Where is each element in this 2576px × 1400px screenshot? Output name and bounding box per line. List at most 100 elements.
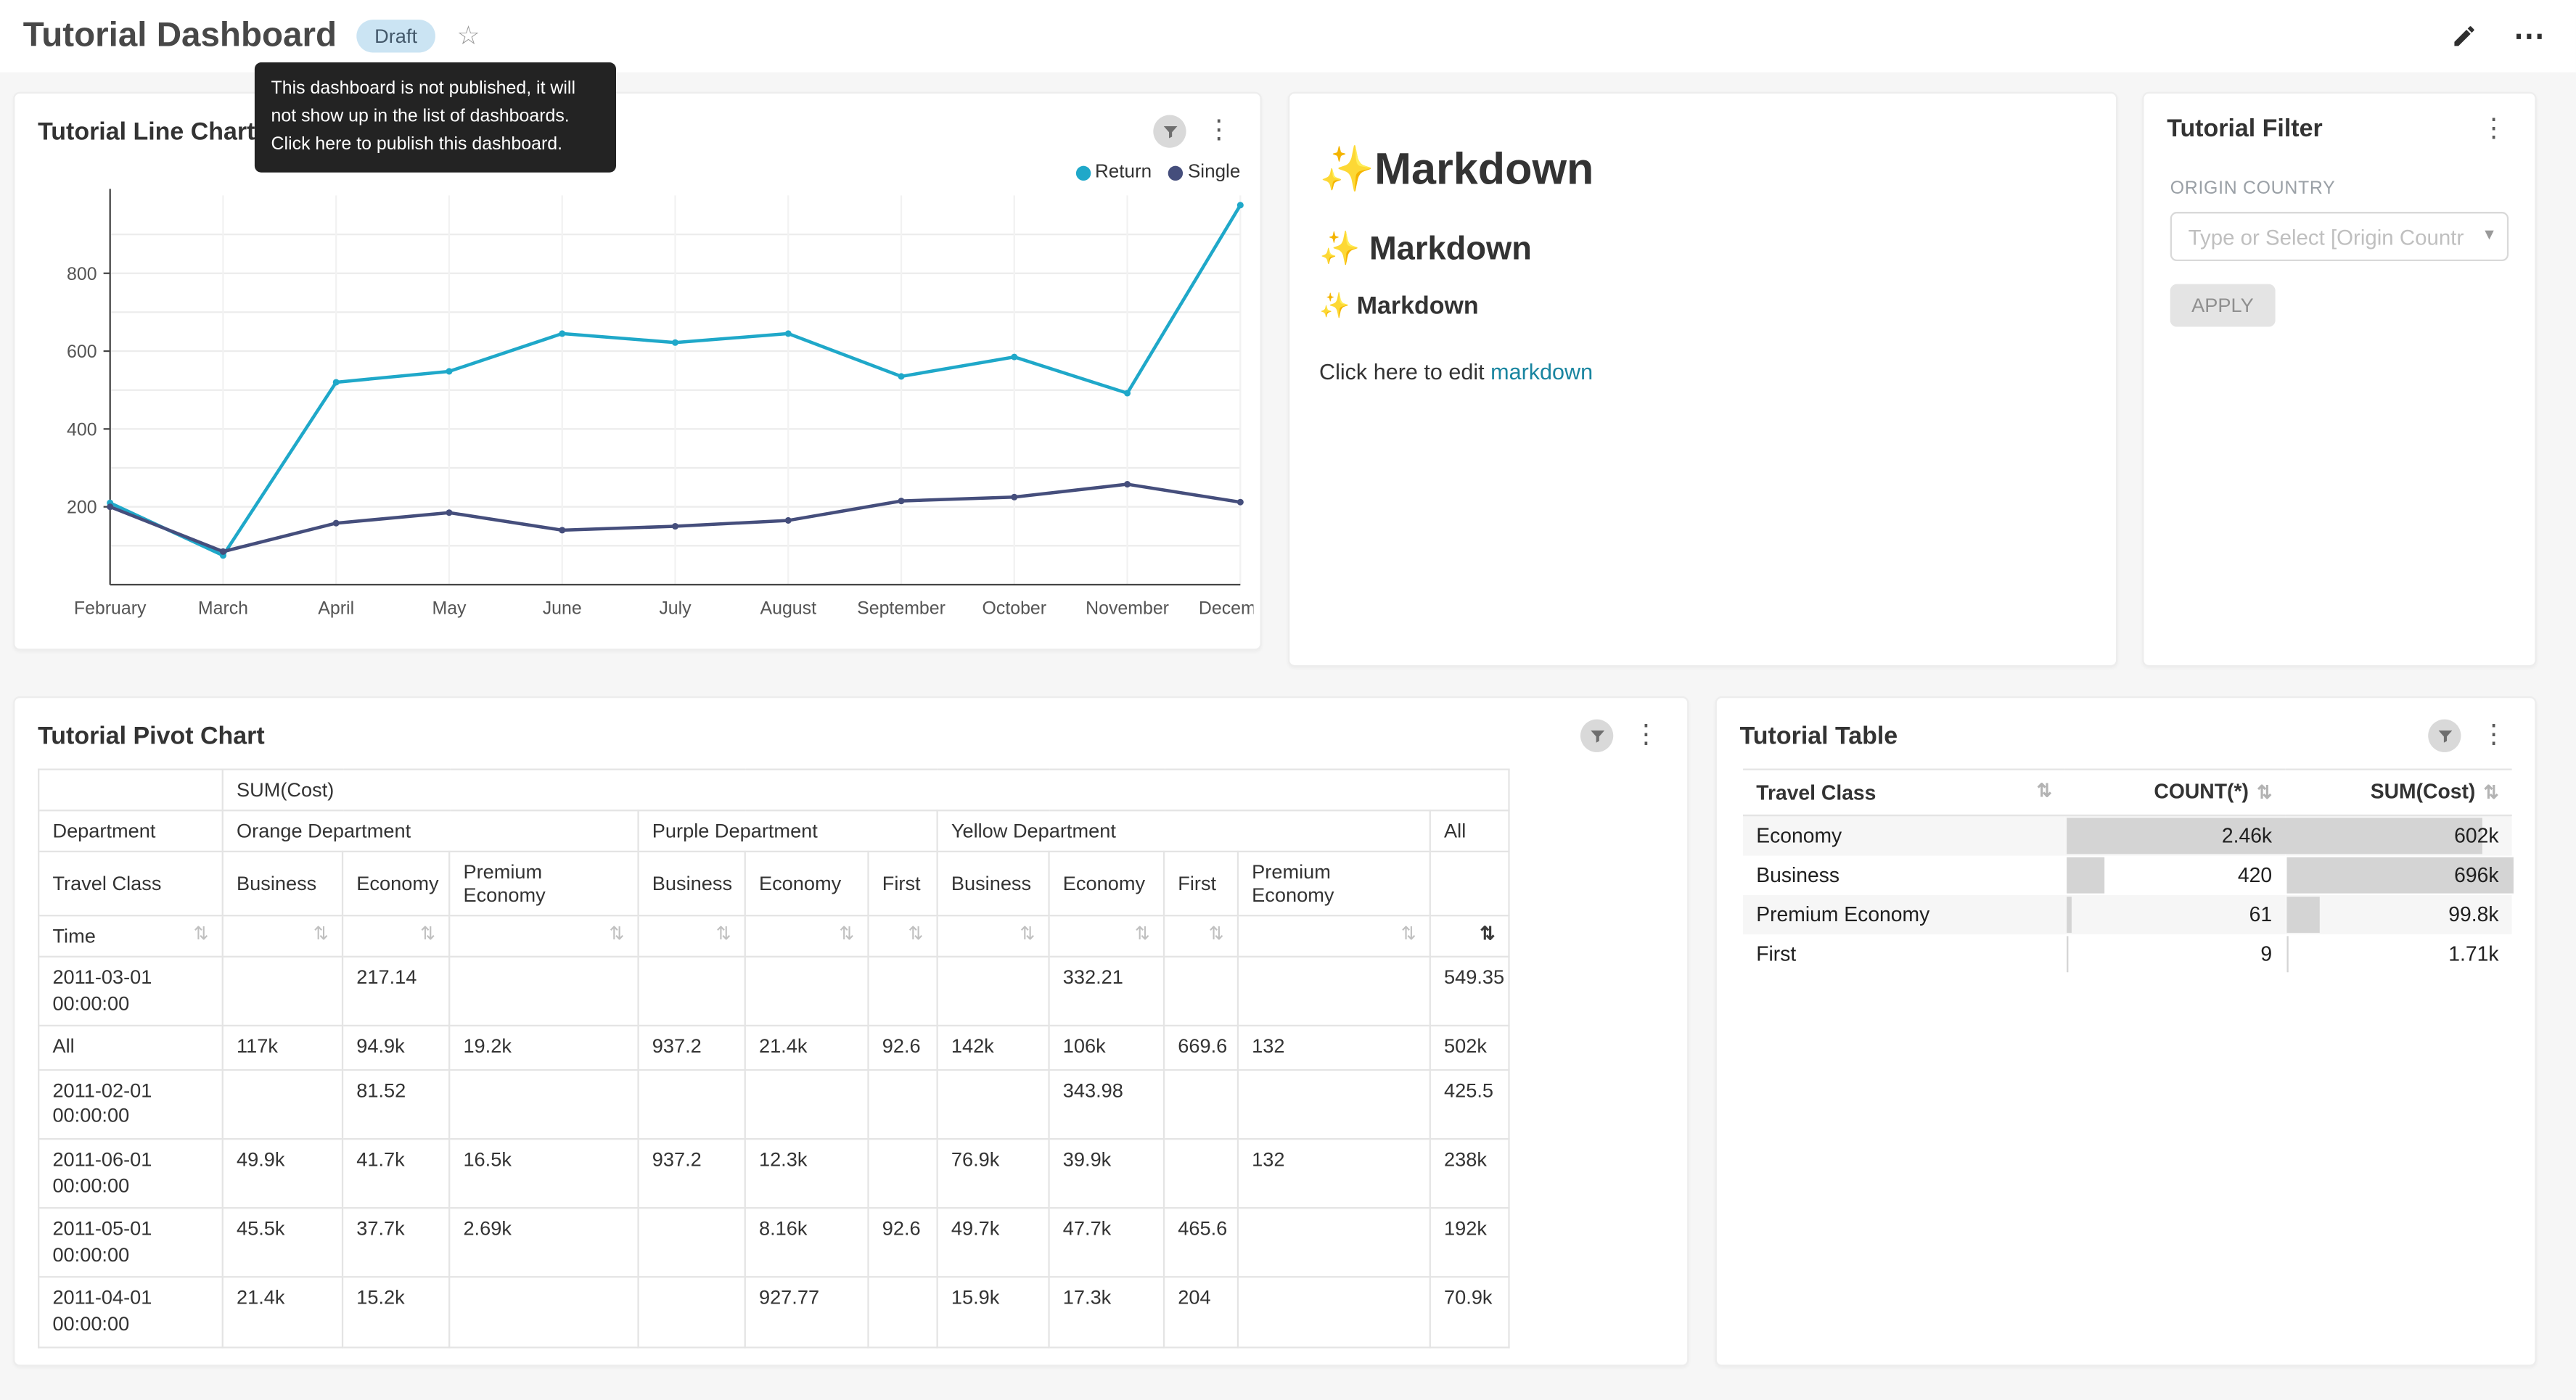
card-icons: ⋮ xyxy=(1580,720,1664,752)
markdown-link[interactable]: markdown xyxy=(1490,360,1593,384)
sort-icon[interactable]: ⇅ xyxy=(1209,926,1224,947)
pivot-cell: 937.2 xyxy=(639,1139,745,1208)
pivot-row-header[interactable]: 2011-04-01 00:00:00 xyxy=(38,1277,223,1347)
pivot-row-header[interactable]: All xyxy=(38,1026,223,1069)
pivot-cell: 106k xyxy=(1049,1026,1164,1069)
svg-text:February: February xyxy=(74,598,147,619)
pivot-group-header[interactable]: Orange Department xyxy=(223,810,639,852)
pivot-group-header[interactable]: Purple Department xyxy=(639,810,938,852)
svg-text:600: 600 xyxy=(67,342,97,362)
pivot-col-header[interactable]: First xyxy=(869,852,938,915)
pivot-sort-cell[interactable]: ⇅ xyxy=(1430,915,1509,957)
pivot-col-header[interactable]: First xyxy=(1164,852,1238,915)
sort-icon[interactable]: ⇅ xyxy=(908,926,923,947)
more-menu-icon[interactable]: ⋯ xyxy=(2514,17,2546,55)
pivot-cell xyxy=(449,1070,638,1140)
pivot-cell: 2.69k xyxy=(449,1208,638,1278)
line-chart-plot[interactable]: 200400600800FebruaryMarchAprilMayJuneJul… xyxy=(25,186,1253,642)
kebab-menu-icon[interactable]: ⋮ xyxy=(1201,118,1237,144)
app-header: Tutorial Dashboard Draft ☆ ⋯ xyxy=(0,0,2576,73)
favorite-star-icon[interactable]: ☆ xyxy=(456,20,480,52)
kebab-menu-icon[interactable]: ⋮ xyxy=(2476,722,2512,749)
table-col-count[interactable]: COUNT(*)⇅ xyxy=(2065,770,2285,816)
pivot-col-header[interactable]: Economy xyxy=(745,852,869,915)
origin-country-input[interactable] xyxy=(2170,212,2509,261)
sort-desc-icon[interactable]: ⇅ xyxy=(1480,926,1495,947)
svg-text:June: June xyxy=(543,598,582,619)
pivot-col-header[interactable]: Economy xyxy=(342,852,449,915)
sum-cell: 1.71k xyxy=(2285,935,2511,974)
legend-dot-icon xyxy=(1168,165,1183,180)
pivot-time-header[interactable]: Time⇅ xyxy=(38,915,223,957)
cross-filter-funnel-icon[interactable] xyxy=(1580,720,1613,752)
draft-badge[interactable]: Draft xyxy=(356,20,435,52)
kebab-menu-icon[interactable]: ⋮ xyxy=(1628,722,1665,749)
pivot-row: All117k94.9k19.2k937.221.4k92.6142k106k6… xyxy=(38,1026,1509,1069)
pivot-cell xyxy=(449,957,638,1026)
kebab-menu-icon[interactable]: ⋮ xyxy=(2476,116,2512,142)
pivot-row-header[interactable]: 2011-05-01 00:00:00 xyxy=(38,1208,223,1278)
sort-icon[interactable]: ⇅ xyxy=(420,926,435,947)
table-row: Economy2.46k602k xyxy=(1743,816,2512,856)
card-title: Tutorial Line Chart xyxy=(38,118,255,145)
sort-icon[interactable]: ⇅ xyxy=(2037,781,2052,803)
sort-icon[interactable]: ⇅ xyxy=(2257,783,2272,803)
sort-icon[interactable]: ⇅ xyxy=(313,926,329,947)
data-table: Travel Class⇅COUNT(*)⇅SUM(Cost)⇅ Economy… xyxy=(1743,769,2512,974)
pivot-sort-cell[interactable]: ⇅ xyxy=(1049,915,1164,957)
sort-icon[interactable]: ⇅ xyxy=(1020,926,1035,947)
sort-icon[interactable]: ⇅ xyxy=(1401,926,1416,947)
pivot-cell: 132 xyxy=(1238,1139,1430,1208)
pivot-cell xyxy=(1164,1139,1238,1208)
pivot-cell: 39.9k xyxy=(1049,1139,1164,1208)
sort-icon[interactable]: ⇅ xyxy=(1135,926,1150,947)
pivot-row: 2011-03-01 00:00:00217.14332.21549.35 xyxy=(38,957,1509,1026)
cross-filter-funnel-icon[interactable] xyxy=(1153,115,1186,147)
sum-bar xyxy=(2286,936,2287,973)
cross-filter-funnel-icon[interactable] xyxy=(2428,720,2461,752)
pivot-col-header[interactable]: Business xyxy=(938,852,1049,915)
sort-icon[interactable]: ⇅ xyxy=(194,925,209,947)
pivot-row-header[interactable]: 2011-02-01 00:00:00 xyxy=(38,1070,223,1140)
apply-button[interactable]: APPLY xyxy=(2170,284,2275,327)
table-col-travel-class[interactable]: Travel Class⇅ xyxy=(1743,770,2065,816)
pivot-sort-cell[interactable]: ⇅ xyxy=(223,915,342,957)
pivot-cell xyxy=(1238,1070,1430,1140)
pivot-col-header[interactable]: Business xyxy=(223,852,342,915)
pivot-sort-cell[interactable]: ⇅ xyxy=(938,915,1049,957)
sort-icon[interactable]: ⇅ xyxy=(2484,783,2499,803)
pivot-sort-cell[interactable]: ⇅ xyxy=(449,915,638,957)
pivot-row-header[interactable]: 2011-06-01 00:00:00 xyxy=(38,1139,223,1208)
pivot-col-header[interactable]: Premium Economy xyxy=(1238,852,1430,915)
pivot-cell xyxy=(1164,1070,1238,1140)
pivot-sort-cell[interactable]: ⇅ xyxy=(745,915,869,957)
pivot-sort-cell[interactable]: ⇅ xyxy=(1164,915,1238,957)
count-cell: 61 xyxy=(2065,895,2285,934)
pivot-col-header[interactable] xyxy=(1430,852,1509,915)
legend-item-single[interactable]: Single xyxy=(1168,162,1241,182)
pivot-col-header[interactable]: Economy xyxy=(1049,852,1164,915)
pivot-cell: 17.3k xyxy=(1049,1277,1164,1347)
sort-icon[interactable]: ⇅ xyxy=(839,926,854,947)
sum-bar xyxy=(2286,818,2482,855)
pivot-cell: 92.6 xyxy=(869,1026,938,1069)
pivot-sort-cell[interactable]: ⇅ xyxy=(869,915,938,957)
pivot-group-header[interactable]: All xyxy=(1430,810,1509,852)
legend-item-return[interactable]: Return xyxy=(1075,162,1152,182)
pivot-group-header[interactable]: Yellow Department xyxy=(938,810,1430,852)
pivot-sort-cell[interactable]: ⇅ xyxy=(639,915,745,957)
filter-field-label: ORIGIN COUNTRY xyxy=(2170,179,2509,199)
table-col-sum[interactable]: SUM(Cost)⇅ xyxy=(2285,770,2511,816)
sort-icon[interactable]: ⇅ xyxy=(609,926,624,947)
sort-icon[interactable]: ⇅ xyxy=(716,926,731,947)
pivot-row-header[interactable]: 2011-03-01 00:00:00 xyxy=(38,957,223,1026)
pivot-cell xyxy=(1238,1208,1430,1278)
pivot-cell xyxy=(869,1277,938,1347)
pivot-col-header[interactable]: Premium Economy xyxy=(449,852,638,915)
edit-pencil-icon[interactable] xyxy=(2451,23,2477,49)
pivot-col-header[interactable]: Business xyxy=(639,852,745,915)
sum-cell: 696k xyxy=(2285,856,2511,895)
pivot-sort-cell[interactable]: ⇅ xyxy=(1238,915,1430,957)
pivot-cell: 142k xyxy=(938,1026,1049,1069)
pivot-sort-cell[interactable]: ⇅ xyxy=(342,915,449,957)
